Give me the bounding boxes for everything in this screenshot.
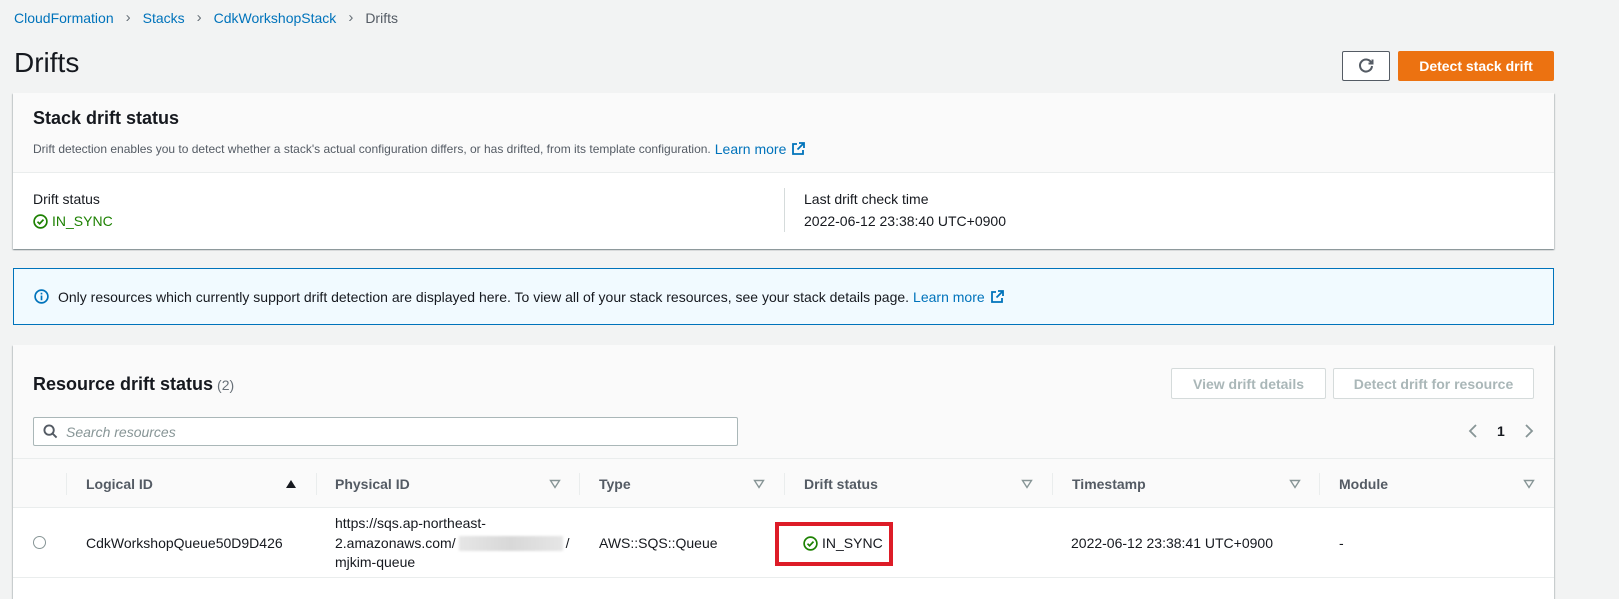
cell-physical-id: https://sqs.ap-northeast- 2.amazonaws.co… (335, 514, 570, 573)
learn-more-label: Learn more (714, 141, 787, 157)
physical-id-slash: / (565, 534, 570, 551)
chevron-left-icon[interactable] (1467, 423, 1479, 439)
column-divider (1052, 473, 1053, 495)
last-check-label: Last drift check time (804, 191, 929, 207)
breadcrumb-current: Drifts (365, 9, 398, 26)
resource-drift-heading-text: Resource drift status (33, 374, 214, 394)
resource-count: (2) (217, 377, 235, 393)
drift-status-text: IN_SYNC (52, 213, 113, 229)
refresh-button[interactable] (1342, 51, 1390, 81)
resource-drift-header: Resource drift status (2) View drift deta… (13, 345, 1554, 459)
stack-drift-header: Stack drift status Drift detection enabl… (13, 93, 1554, 173)
page-number[interactable]: 1 (1497, 423, 1505, 439)
stack-drift-description-text: Drift detection enables you to detect wh… (33, 142, 711, 156)
info-text: Only resources which currently support d… (58, 288, 910, 305)
sort-caret-icon[interactable] (549, 459, 561, 508)
drift-status-field: Drift status IN_SYNC (33, 191, 113, 229)
search-box[interactable] (33, 417, 738, 446)
redacted-account-id (458, 536, 563, 552)
detect-drift-for-resource-button[interactable]: Detect drift for resource (1333, 368, 1534, 399)
drift-status-label: Drift status (33, 191, 100, 207)
drift-status-value: IN_SYNC (33, 213, 113, 229)
cell-timestamp: 2022-06-12 23:38:41 UTC+0900 (1071, 535, 1273, 551)
sort-caret-icon[interactable] (1021, 459, 1033, 508)
search-input[interactable] (66, 423, 706, 440)
column-timestamp[interactable]: Timestamp (1072, 459, 1146, 508)
physical-id-line1: https://sqs.ap-northeast- (335, 515, 486, 531)
search-icon (43, 424, 58, 439)
info-icon (34, 289, 49, 304)
breadcrumb-cloudformation[interactable]: CloudFormation (14, 10, 114, 26)
cell-logical-id: CdkWorkshopQueue50D9D426 (86, 535, 283, 551)
external-link-icon (990, 289, 1004, 303)
physical-id-line2: 2.amazonaws.com/ / (335, 534, 570, 554)
highlight-box (775, 522, 893, 566)
stack-drift-heading: Stack drift status (33, 108, 180, 128)
column-drift-status[interactable]: Drift status (804, 459, 878, 508)
table-header: Logical ID Physical ID Type Drift status… (13, 459, 1554, 508)
chevron-right-icon: › (196, 9, 202, 26)
column-divider (1319, 473, 1320, 495)
sort-caret-icon[interactable] (753, 459, 765, 508)
stack-drift-panel: Stack drift status Drift detection enabl… (13, 93, 1554, 249)
last-check-field: Last drift check time 2022-06-12 23:38:4… (804, 191, 1006, 229)
column-divider (316, 473, 317, 495)
stack-drift-description: Drift detection enables you to detect wh… (33, 141, 1534, 157)
sort-caret-icon[interactable] (1523, 459, 1535, 508)
pagination: 1 (1467, 423, 1535, 439)
chevron-right-icon[interactable] (1523, 423, 1535, 439)
info-learn-more-link[interactable]: Learn more (913, 289, 1004, 305)
resource-drift-heading: Resource drift status (2) (33, 374, 234, 395)
info-alert: Only resources which currently support d… (13, 268, 1554, 325)
view-drift-details-button[interactable]: View drift details (1171, 368, 1326, 399)
info-learn-more-label: Learn more (913, 288, 985, 305)
chevron-right-icon: › (348, 9, 354, 26)
column-module[interactable]: Module (1339, 459, 1388, 508)
row-select-radio[interactable] (33, 536, 46, 549)
column-type[interactable]: Type (599, 459, 631, 508)
detect-stack-drift-button[interactable]: Detect stack drift (1398, 51, 1554, 81)
cell-type: AWS::SQS::Queue (599, 535, 718, 551)
column-divider (66, 473, 67, 495)
cell-module: - (1339, 535, 1344, 551)
column-physical-id[interactable]: Physical ID (335, 459, 410, 508)
column-logical-id[interactable]: Logical ID (86, 459, 153, 508)
physical-id-line3: mjkim-queue (335, 554, 416, 570)
learn-more-link[interactable]: Learn more (715, 141, 806, 157)
breadcrumb: CloudFormation › Stacks › CdkWorkshopSta… (14, 9, 398, 26)
chevron-right-icon: › (125, 9, 131, 26)
external-link-icon (792, 142, 806, 155)
breadcrumb-stack[interactable]: CdkWorkshopStack (214, 10, 337, 26)
breadcrumb-stacks[interactable]: Stacks (143, 10, 185, 26)
physical-id-host: 2.amazonaws.com/ (335, 534, 456, 551)
check-circle-icon (33, 213, 48, 229)
column-divider (579, 473, 580, 495)
page-title: Drifts (14, 47, 80, 78)
last-check-value: 2022-06-12 23:38:40 UTC+0900 (804, 213, 1006, 229)
refresh-icon (1359, 58, 1374, 73)
divider (784, 188, 785, 232)
column-divider (784, 473, 785, 495)
sort-caret-icon[interactable] (1289, 459, 1301, 508)
sort-ascending-icon[interactable] (285, 459, 297, 508)
